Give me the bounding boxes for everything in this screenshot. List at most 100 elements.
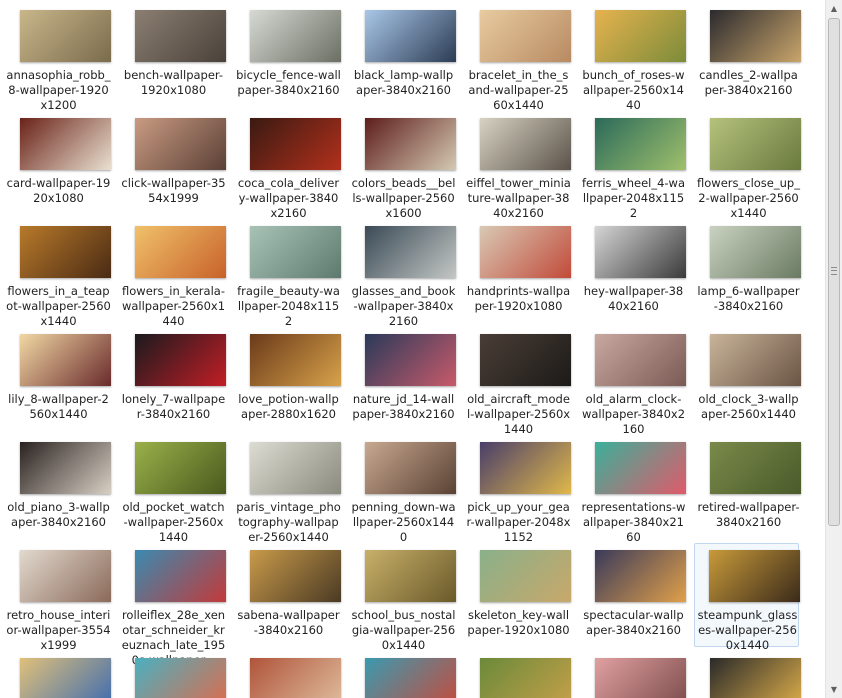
file-name-label: old_pocket_watch-wallpaper-2560x1440 (122, 500, 225, 544)
image-thumbnail-icon: image-thumbnail-icon (135, 442, 226, 494)
file-tile[interactable]: image-thumbnail-icon old_aircraft_model-w… (466, 328, 571, 436)
scroll-down-arrow-icon[interactable]: ▼ (826, 681, 842, 698)
image-thumbnail-icon: image-thumbnail-icon (595, 10, 686, 62)
file-tile[interactable]: image-thumbnail-icon bunch_of_roses-wallp… (581, 4, 686, 112)
file-name-label: bicycle_fence-wallpaper-3840x2160 (236, 68, 341, 97)
file-tile[interactable]: image-thumbnail-icon retired-wallpaper-38… (696, 436, 801, 540)
file-tile[interactable]: image-thumbnail-icon steampunk_glasses-wa… (694, 543, 800, 652)
file-tile[interactable]: image-thumbnail-icon penning_down-wallpap… (351, 436, 456, 544)
file-tile[interactable]: image-thumbnail-icon school_bus_nostalgia… (351, 544, 456, 652)
file-tile[interactable]: image-thumbnail-icon (466, 652, 571, 698)
file-name-label: retro_house_interior-wallpaper-3554x1999 (6, 608, 111, 652)
image-thumbnail-icon: image-thumbnail-icon (135, 550, 226, 602)
scrollbar-grip-icon (831, 267, 837, 275)
file-tile[interactable]: image-thumbnail-icon black_lamp-wallpaper… (351, 4, 456, 108)
image-thumbnail-icon: image-thumbnail-icon (250, 442, 341, 494)
file-tile[interactable]: image-thumbnail-icon (236, 652, 341, 698)
image-thumbnail-icon: image-thumbnail-icon (20, 226, 111, 278)
file-name-label: pick_up_your_gear-wallpaper-2048x1152 (466, 500, 571, 544)
image-thumbnail-icon: image-thumbnail-icon (135, 10, 226, 62)
file-tile[interactable]: image-thumbnail-icon fragile_beauty-wallp… (236, 220, 341, 328)
image-thumbnail-icon: image-thumbnail-icon (250, 10, 341, 62)
file-name-label: sabena-wallpaper-3840x2160 (237, 608, 340, 637)
file-tile[interactable]: image-thumbnail-icon representations-wall… (581, 436, 686, 544)
image-thumbnail-icon: image-thumbnail-icon (480, 226, 571, 278)
file-name-label: lamp_6-wallpaper-3840x2160 (697, 284, 800, 313)
file-tile[interactable]: image-thumbnail-icon eiffel_tower_miniatu… (466, 112, 571, 220)
vertical-scrollbar[interactable]: ▲ ▼ (825, 0, 842, 698)
file-tile[interactable]: image-thumbnail-icon flowers_in_a_teapot-… (6, 220, 111, 328)
image-thumbnail-icon: image-thumbnail-icon (710, 226, 801, 278)
file-name-label: school_bus_nostalgia-wallpaper-2560x1440 (351, 608, 456, 652)
file-name-label: nature_jd_14-wallpaper-3840x2160 (352, 392, 455, 421)
file-tile[interactable]: image-thumbnail-icon ferris_wheel_4-wallp… (581, 112, 686, 220)
file-name-label: annasophia_robb_8-wallpaper-1920x1200 (6, 68, 111, 112)
file-tile[interactable]: image-thumbnail-icon old_pocket_watch-wal… (121, 436, 226, 544)
image-thumbnail-icon: image-thumbnail-icon (710, 334, 801, 386)
image-thumbnail-icon: image-thumbnail-icon (135, 226, 226, 278)
file-tile[interactable]: image-thumbnail-icon spectacular-wallpape… (581, 544, 686, 648)
file-tile[interactable]: image-thumbnail-icon bicycle_fence-wallpa… (236, 4, 341, 108)
file-tile[interactable]: image-thumbnail-icon love_potion-wallpape… (236, 328, 341, 432)
image-thumbnail-icon: image-thumbnail-icon (710, 118, 801, 170)
image-thumbnail-icon: image-thumbnail-icon (135, 658, 226, 698)
image-thumbnail-icon: image-thumbnail-icon (595, 658, 686, 698)
image-thumbnail-icon: image-thumbnail-icon (250, 226, 341, 278)
image-thumbnail-icon: image-thumbnail-icon (20, 334, 111, 386)
file-tile[interactable]: image-thumbnail-icon flowers_in_kerala-wa… (121, 220, 226, 328)
file-name-label: lily_8-wallpaper-2560x1440 (8, 392, 109, 421)
file-tile[interactable]: image-thumbnail-icon sabena-wallpaper-384… (236, 544, 341, 648)
file-name-label: old_alarm_clock-wallpaper-3840x2160 (581, 392, 686, 436)
file-name-label: handprints-wallpaper-1920x1080 (466, 284, 571, 313)
image-thumbnail-icon: image-thumbnail-icon (250, 658, 341, 698)
file-name-label: penning_down-wallpaper-2560x1440 (351, 500, 456, 544)
file-tile[interactable]: image-thumbnail-icon glasses_and_book-wal… (351, 220, 456, 328)
file-name-label: paris_vintage_photography-wallpaper-2560… (236, 500, 341, 544)
file-tile[interactable]: image-thumbnail-icon (121, 652, 226, 698)
file-tile[interactable]: image-thumbnail-icon (351, 652, 456, 698)
file-tile[interactable]: image-thumbnail-icon retro_house_interior… (6, 544, 111, 652)
file-tile[interactable]: image-thumbnail-icon old_alarm_clock-wall… (581, 328, 686, 436)
scroll-up-arrow-icon[interactable]: ▲ (826, 0, 842, 17)
file-tile[interactable]: image-thumbnail-icon candles_2-wallpaper-… (696, 4, 801, 108)
file-tile[interactable]: image-thumbnail-icon old_piano_3-wallpape… (6, 436, 111, 540)
file-name-label: flowers_in_a_teapot-wallpaper-2560x1440 (6, 284, 111, 328)
image-thumbnail-icon: image-thumbnail-icon (250, 334, 341, 386)
file-tile[interactable]: image-thumbnail-icon handprints-wallpaper… (466, 220, 571, 324)
file-tile[interactable]: image-thumbnail-icon nature_jd_14-wallpap… (351, 328, 456, 432)
file-name-label: old_piano_3-wallpaper-3840x2160 (7, 500, 110, 529)
image-thumbnail-icon: image-thumbnail-icon (710, 658, 801, 698)
file-tile[interactable]: image-thumbnail-icon lonely_7-wallpaper-3… (121, 328, 226, 432)
file-tile[interactable]: image-thumbnail-icon lily_8-wallpaper-256… (6, 328, 111, 432)
file-tile[interactable]: image-thumbnail-icon bench-wallpaper-1920… (121, 4, 226, 108)
file-tile[interactable]: image-thumbnail-icon bracelet_in_the_sand… (466, 4, 571, 112)
file-name-label: fragile_beauty-wallpaper-2048x1152 (237, 284, 340, 328)
file-tile[interactable]: image-thumbnail-icon (6, 652, 111, 698)
image-thumbnail-icon: image-thumbnail-icon (135, 118, 226, 170)
file-tile[interactable]: image-thumbnail-icon colors_beads__bells-… (351, 112, 456, 220)
file-tile[interactable]: image-thumbnail-icon paris_vintage_photog… (236, 436, 341, 544)
file-tile[interactable]: image-thumbnail-iconrolleiflex_28e_xenot… (121, 544, 226, 667)
file-tile[interactable]: image-thumbnail-icon (696, 652, 801, 698)
image-thumbnail-icon: image-thumbnail-icon (480, 442, 571, 494)
file-grid[interactable]: image-thumbnail-icon annasophia_robb_8-wa… (0, 0, 825, 698)
file-name-label: bench-wallpaper-1920x1080 (123, 68, 224, 97)
file-tile[interactable]: image-thumbnail-icon pick_up_your_gear-wa… (466, 436, 571, 544)
file-tile[interactable]: image-thumbnail-icon coca_cola_delivery-w… (236, 112, 341, 220)
file-tile[interactable]: image-thumbnail-icon annasophia_robb_8-wa… (6, 4, 111, 112)
file-name-label: glasses_and_book-wallpaper-3840x2160 (351, 284, 456, 328)
file-tile[interactable]: image-thumbnail-icon lamp_6-wallpaper-384… (696, 220, 801, 324)
file-tile[interactable]: image-thumbnail-icon click-wallpaper-3554… (121, 112, 226, 216)
file-name-label: bunch_of_roses-wallpaper-2560x1440 (582, 68, 685, 112)
file-name-label: colors_beads__bells-wallpaper-2560x1600 (351, 176, 456, 220)
file-tile[interactable]: image-thumbnail-icon skeleton_key-wallpap… (466, 544, 571, 648)
file-tile[interactable]: image-thumbnail-icon flowers_close_up_2-w… (696, 112, 801, 220)
image-thumbnail-icon: image-thumbnail-icon (20, 118, 111, 170)
file-tile[interactable]: image-thumbnail-icon card-wallpaper-1920x… (6, 112, 111, 216)
image-thumbnail-icon: image-thumbnail-icon (365, 118, 456, 170)
file-tile[interactable]: image-thumbnail-icon hey-wallpaper-3840x2… (581, 220, 686, 324)
image-thumbnail-icon: image-thumbnail-icon (709, 550, 800, 602)
file-tile[interactable]: image-thumbnail-icon old_clock_3-wallpape… (696, 328, 801, 432)
scrollbar-thumb[interactable] (828, 18, 840, 526)
file-tile[interactable]: image-thumbnail-icon (581, 652, 686, 698)
